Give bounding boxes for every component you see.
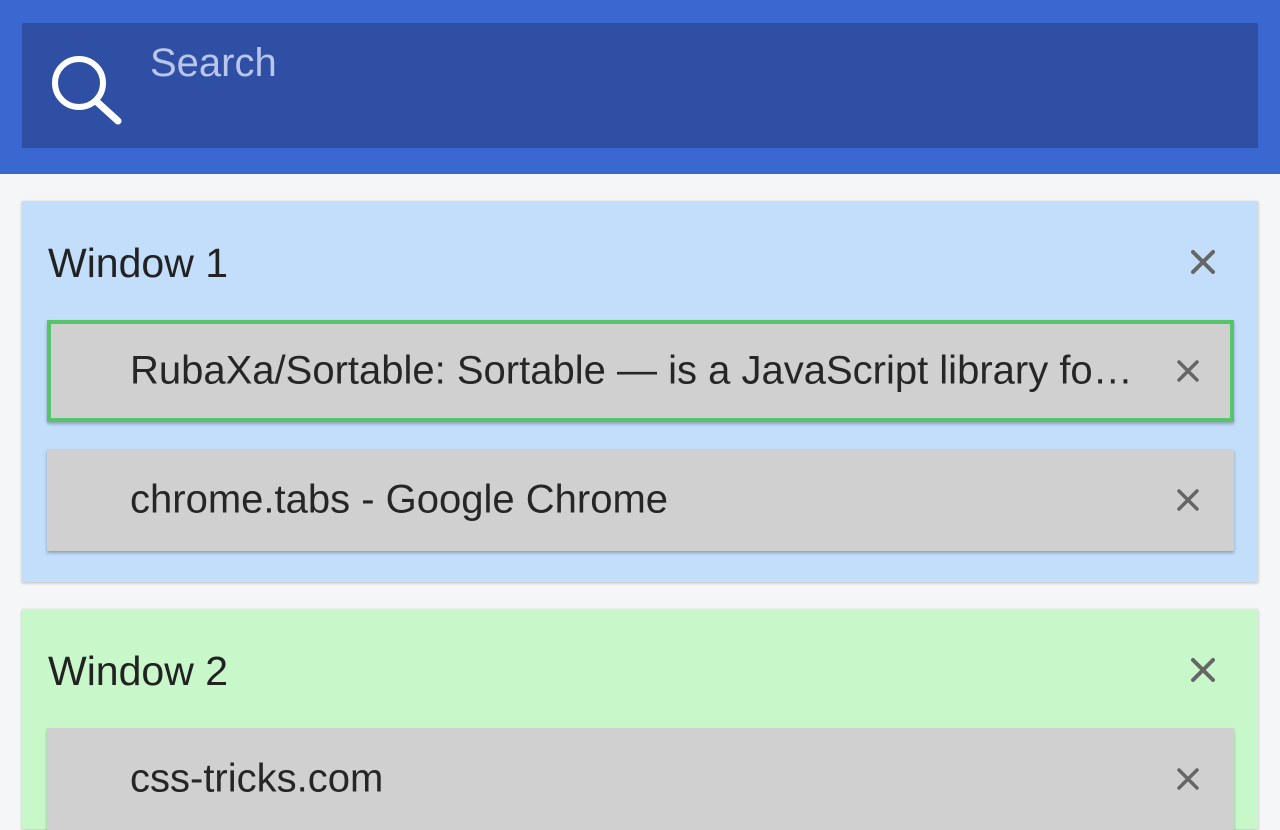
window-card-2: Window 2 css-tricks.com [22, 609, 1258, 830]
window-title: Window 1 [48, 240, 229, 286]
tab-item[interactable]: chrome.tabs - Google Chrome [47, 449, 1234, 551]
window-card-1: Window 1 RubaXa/Sortable: Sortable — is … [22, 201, 1258, 582]
close-window-icon[interactable] [1186, 245, 1220, 279]
close-window-icon[interactable] [1186, 653, 1220, 687]
close-tab-icon[interactable] [1174, 765, 1202, 793]
tab-title: css-tricks.com [130, 756, 384, 801]
tab-title: RubaXa/Sortable: Sortable — is a JavaScr… [130, 348, 1140, 393]
tab-item[interactable]: css-tricks.com [47, 728, 1234, 830]
tab-item[interactable]: RubaXa/Sortable: Sortable — is a JavaScr… [47, 320, 1234, 422]
tab-title: chrome.tabs - Google Chrome [130, 477, 669, 522]
search-icon [48, 53, 124, 125]
close-tab-icon[interactable] [1174, 486, 1202, 514]
close-tab-icon[interactable] [1174, 357, 1202, 385]
window-title: Window 2 [48, 648, 229, 694]
header-bar [0, 0, 1280, 174]
search-input[interactable] [150, 38, 1210, 88]
